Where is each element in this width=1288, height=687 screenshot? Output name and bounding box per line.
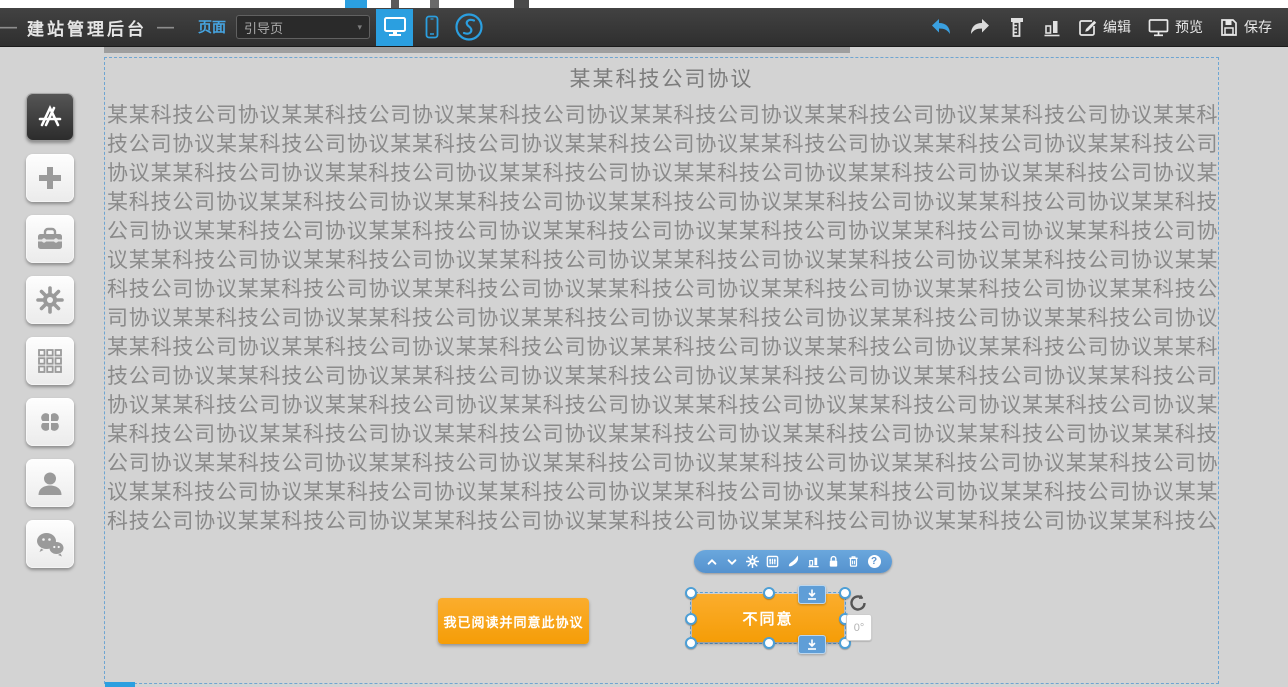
device-switcher [376, 8, 487, 47]
cutoff-fragment [345, 0, 367, 8]
horizontal-scrollbar-thumb[interactable] [104, 47, 850, 53]
preview-button[interactable]: 预览 [1148, 17, 1203, 37]
redo-icon [969, 18, 991, 36]
insert-above-button[interactable] [798, 585, 826, 604]
title-dash: — [0, 17, 17, 37]
top-toolbar: — 建站管理后台 — 页面 引导页 ▾ [0, 8, 1288, 47]
phone-icon [424, 15, 440, 39]
save-button[interactable]: 保存 [1220, 17, 1272, 37]
sidebar-item-modules[interactable] [26, 337, 74, 385]
trash-icon [847, 555, 860, 568]
agreement-title: 某某科技公司协议 [105, 63, 1218, 93]
undo-button[interactable] [930, 18, 952, 36]
statistics-button[interactable] [1043, 18, 1061, 37]
sliders-icon [766, 555, 779, 568]
redo-button[interactable] [969, 18, 991, 36]
gear-icon [36, 286, 64, 314]
agreement-body-text[interactable]: 某某科技公司协议某某科技公司协议某某科技公司协议某某科技公司协议某某科技公司协议… [107, 101, 1218, 538]
widget-help-button[interactable]: ? [866, 554, 882, 570]
widget-delete-button[interactable] [846, 554, 862, 570]
mobile-view-button[interactable] [413, 9, 450, 46]
agree-button[interactable]: 我已阅读并同意此协议 [438, 598, 589, 644]
bar-chart-icon [1043, 18, 1061, 37]
ruler-icon [1008, 17, 1026, 37]
wechat-icon [35, 531, 65, 557]
desktop-view-button[interactable] [376, 9, 413, 46]
widget-settings-button[interactable] [745, 554, 761, 570]
preview-monitor-icon [1148, 18, 1169, 37]
page-content-area[interactable]: 某某科技公司协议 某某科技公司协议某某科技公司协议某某科技公司协议某某科技公司协… [104, 57, 1219, 684]
app-root: — 建站管理后台 — 页面 引导页 ▾ [0, 0, 1288, 687]
gear-icon [746, 555, 759, 568]
plus-icon [37, 165, 63, 191]
widget-style-button[interactable] [765, 554, 781, 570]
sidebar-item-components[interactable] [26, 93, 74, 141]
move-down-button[interactable] [724, 554, 740, 570]
app-title: 建站管理后台 [27, 15, 147, 40]
monitor-icon [384, 17, 406, 37]
undo-icon [930, 18, 952, 36]
page-select-dropdown[interactable]: 引导页 ▾ [236, 15, 370, 39]
bar-chart-icon [807, 555, 820, 568]
app-store-icon [36, 104, 64, 130]
download-arrow-icon [806, 639, 818, 651]
edit-label: 编辑 [1103, 17, 1131, 37]
save-label: 保存 [1244, 17, 1272, 37]
sidebar-item-settings[interactable] [26, 276, 74, 324]
sidebar-item-add[interactable] [26, 154, 74, 202]
clover-icon [37, 409, 63, 435]
resize-handle-w[interactable] [685, 613, 697, 625]
resize-handle-s[interactable] [763, 637, 775, 649]
toolbox-icon [36, 227, 64, 251]
widget-stats-button[interactable] [805, 554, 821, 570]
edit-pencil-icon [1078, 18, 1097, 37]
content-resize-indicator[interactable] [105, 682, 135, 687]
sidebar-item-apps[interactable] [26, 398, 74, 446]
chevron-up-icon [706, 556, 718, 568]
grid-icon [37, 348, 63, 374]
edit-button[interactable]: 编辑 [1078, 17, 1131, 37]
rotation-value-box: 0° [846, 614, 872, 641]
music-setting-button[interactable] [450, 9, 487, 46]
sidebar-item-wechat[interactable] [26, 520, 74, 568]
help-icon: ? [868, 555, 881, 568]
resize-handle-n[interactable] [763, 587, 775, 599]
toolbar-actions: 编辑 预览 保存 [930, 17, 1288, 37]
page-label: 页面 [198, 17, 226, 37]
chevron-down-icon: ▾ [357, 22, 362, 33]
brush-icon [787, 555, 800, 568]
widget-paint-button[interactable] [785, 554, 801, 570]
preview-label: 预览 [1175, 17, 1203, 37]
user-icon [36, 470, 64, 496]
sidebar-item-user[interactable] [26, 459, 74, 507]
rotate-icon [848, 593, 868, 613]
rotate-button[interactable] [848, 593, 868, 613]
resize-handle-nw[interactable] [685, 587, 697, 599]
widget-lock-button[interactable] [826, 554, 842, 570]
resize-handle-sw[interactable] [685, 637, 697, 649]
s-curve-circle-icon [454, 12, 484, 42]
top-cutoff-strip [0, 0, 1288, 8]
insert-below-button[interactable] [798, 635, 826, 654]
chevron-down-icon [726, 556, 738, 568]
sidebar-item-toolbox[interactable] [26, 215, 74, 263]
widget-toolbar: ? [694, 550, 892, 573]
download-arrow-icon [806, 589, 818, 601]
page-select-value: 引导页 [244, 18, 283, 37]
move-up-button[interactable] [704, 554, 720, 570]
save-floppy-icon [1220, 18, 1238, 37]
cutoff-fragment [514, 0, 529, 8]
ruler-button[interactable] [1008, 17, 1026, 37]
lock-icon [827, 555, 840, 568]
title-dash: — [157, 17, 174, 37]
